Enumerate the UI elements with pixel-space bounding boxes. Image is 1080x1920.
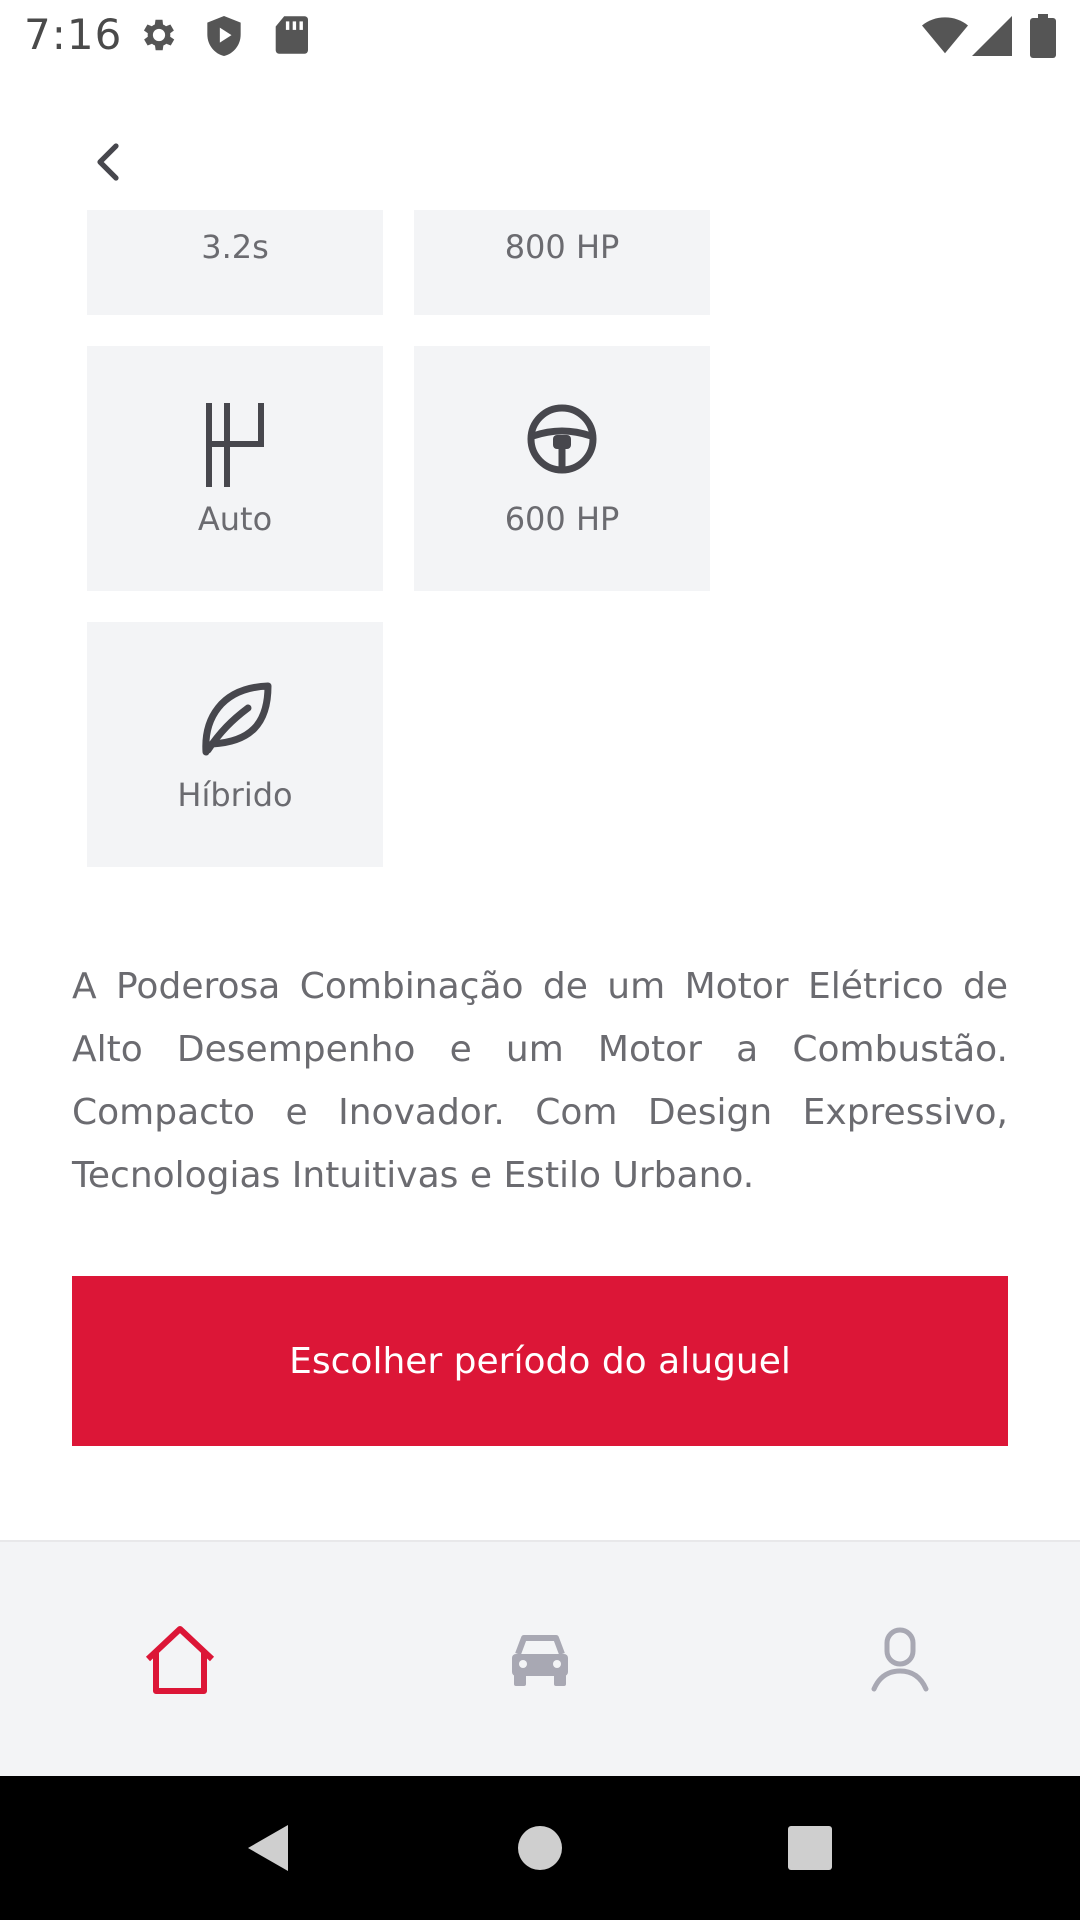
nav-home[interactable]: [0, 1542, 360, 1778]
nav-cars[interactable]: [360, 1542, 720, 1778]
spec-card-acceleration: 3.2s: [87, 210, 383, 315]
spec-card-power: 800 HP: [414, 210, 710, 315]
system-back-button[interactable]: [207, 1776, 327, 1920]
spec-label: 600 HP: [504, 500, 620, 538]
spec-label: Auto: [197, 500, 273, 538]
spec-label: 3.2s: [201, 228, 269, 266]
cell-signal-icon: [972, 16, 1012, 60]
home-icon: [145, 1626, 215, 1694]
profile-icon: [871, 1627, 929, 1692]
spec-card-horsepower: 600 HP: [414, 346, 710, 591]
car-description: A Poderosa Combinação de um Motor Elétri…: [72, 966, 1008, 1196]
spec-card-transmission: Auto: [87, 346, 383, 591]
chevron-left-icon: [97, 143, 119, 181]
nav-profile[interactable]: [720, 1542, 1080, 1778]
battery-icon: [1030, 14, 1056, 62]
car-icon: [512, 1635, 568, 1686]
specs-grid: 3.2s 800 HP Auto 600 HP Híbrido: [0, 210, 1080, 900]
steering-wheel-icon: [525, 402, 599, 480]
status-bar: 7:16: [0, 0, 1080, 76]
spec-card-fuel: Híbrido: [87, 622, 383, 867]
sd-card-icon: [274, 14, 308, 60]
home-circle-icon: [518, 1826, 562, 1870]
recents-square-icon: [788, 1826, 832, 1870]
shield-play-icon: [204, 14, 244, 62]
back-triangle-icon: [248, 1825, 288, 1871]
back-button[interactable]: [80, 134, 136, 190]
system-home-button[interactable]: [480, 1776, 600, 1920]
spec-label: 800 HP: [504, 228, 620, 266]
bottom-nav: [0, 1540, 1080, 1776]
gearshift-icon: [203, 402, 267, 492]
settings-icon: [138, 14, 180, 60]
choose-rental-period-button[interactable]: Escolher período do aluguel: [72, 1276, 1008, 1446]
wifi-icon: [922, 16, 968, 60]
status-time: 7:16: [24, 10, 123, 59]
screen: 7:16 3.2s 800 HP Auto 600 HP Híbrido A P…: [0, 0, 1080, 1920]
spec-label: Híbrido: [177, 776, 293, 814]
system-nav-bar: [0, 1776, 1080, 1920]
leaf-icon: [198, 680, 272, 760]
system-recents-button[interactable]: [750, 1776, 870, 1920]
